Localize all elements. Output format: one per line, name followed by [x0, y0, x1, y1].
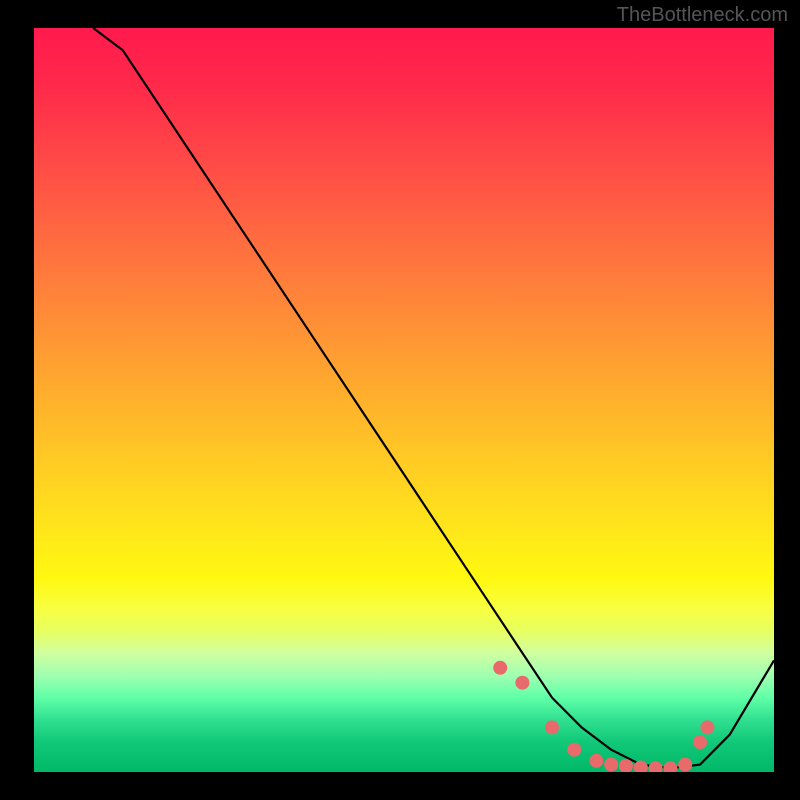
marker-dot [663, 761, 677, 772]
curve-line [93, 28, 774, 768]
watermark-text: TheBottleneck.com [617, 4, 788, 27]
marker-dot [700, 720, 714, 734]
marker-dot [515, 676, 529, 690]
marker-dot [649, 761, 663, 772]
chart-svg [34, 28, 774, 772]
marker-dot [545, 720, 559, 734]
plot-area [34, 28, 774, 772]
marker-dots [493, 661, 714, 772]
marker-dot [493, 661, 507, 675]
marker-dot [589, 754, 603, 768]
marker-dot [693, 735, 707, 749]
marker-dot [619, 759, 633, 772]
marker-dot [567, 743, 581, 757]
marker-dot [604, 758, 618, 772]
marker-dot [678, 758, 692, 772]
